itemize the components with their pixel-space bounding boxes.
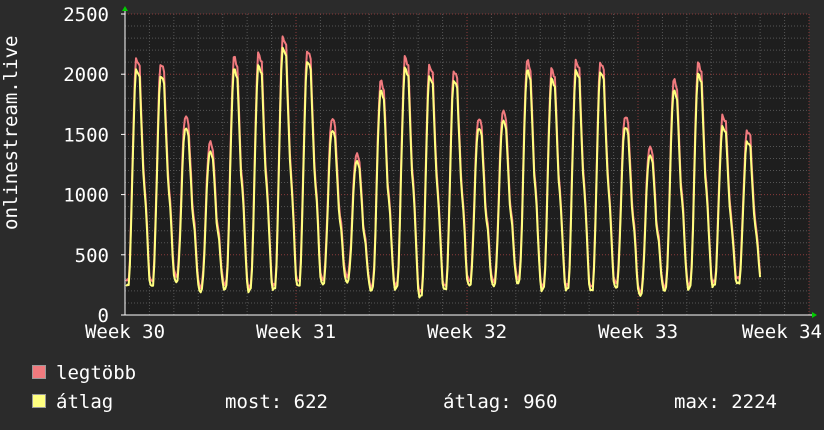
y-axis-title: onlinestream.live bbox=[0, 35, 22, 230]
stat-max: max: 2224 bbox=[674, 391, 777, 413]
y-tick-label: 1000 bbox=[63, 185, 109, 207]
x-axis-arrow bbox=[812, 312, 817, 318]
y-tick-label: 1500 bbox=[63, 124, 109, 146]
y-axis-arrow bbox=[122, 6, 128, 11]
x-tick-label: Week 32 bbox=[427, 321, 507, 343]
legend-item-max: legtöbb bbox=[32, 362, 136, 384]
legend-item-avg: átlag bbox=[32, 391, 113, 413]
y-tick-label: 2500 bbox=[63, 4, 109, 26]
stat-current: most: 622 bbox=[225, 391, 328, 413]
x-tick-label: Week 33 bbox=[598, 321, 678, 343]
legend-swatch-avg bbox=[32, 393, 46, 408]
legend-label-max: legtöbb bbox=[56, 362, 137, 384]
y-tick-label: 2000 bbox=[63, 64, 109, 86]
legend-swatch-max bbox=[32, 364, 46, 379]
legend-label-avg: átlag bbox=[56, 391, 114, 413]
stat-average: átlag: 960 bbox=[443, 391, 558, 413]
x-tick-label: Week 31 bbox=[256, 321, 336, 343]
x-tick-label: Week 34 bbox=[742, 321, 822, 343]
y-tick-label: 500 bbox=[75, 245, 109, 267]
x-tick-label: Week 30 bbox=[85, 321, 165, 343]
